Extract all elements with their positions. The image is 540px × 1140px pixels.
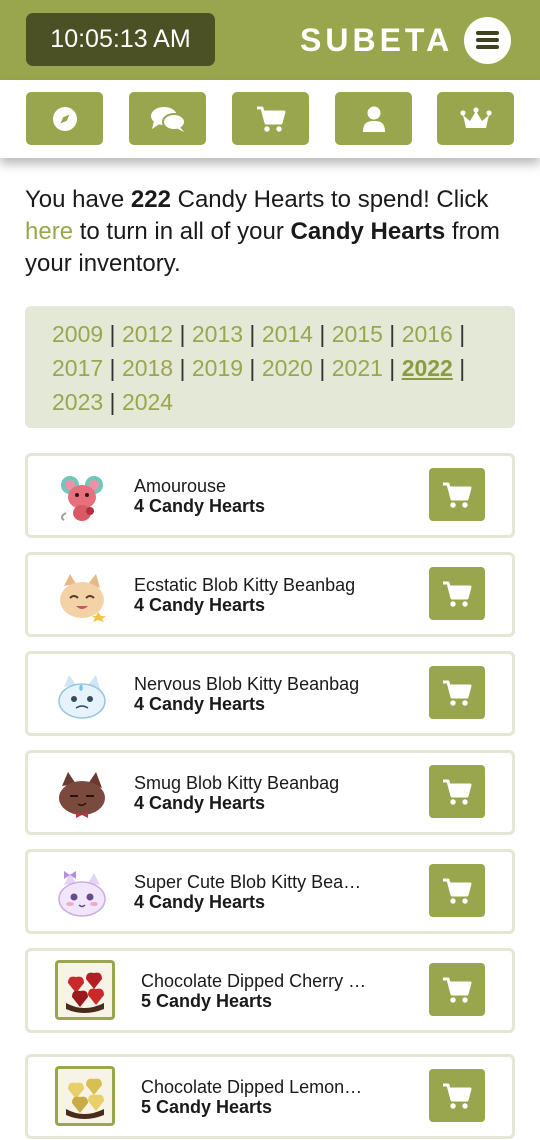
site-logo[interactable]: SUBETA [300,0,453,80]
list-item: Amourouse 4 Candy Hearts [25,453,515,538]
crown-icon [459,106,492,128]
shopping-cart-icon [443,878,472,904]
year-separator: | [312,321,332,347]
ecstatic-kitty-icon [56,572,108,622]
shopping-cart-icon [256,106,285,132]
nervous-kitty-icon [56,671,108,721]
premium-button[interactable] [437,92,514,145]
list-item: Super Cute Blob Kitty Bea… 4 Candy Hearts [25,849,515,934]
item-price: 5 Candy Hearts [141,991,273,1011]
buy-button[interactable] [429,963,485,1016]
year-link-2017[interactable]: 2017 [52,355,103,381]
year-selector: 2009 | 2012 | 2013 | 2014 | 2015 | 2016 … [25,306,515,428]
clock: 10:05:13 AM [26,13,215,66]
list-item: Chocolate Dipped Cherry … 5 Candy Hearts [25,948,515,1033]
buy-button[interactable] [429,666,485,719]
intro-bold-phrase: Candy Hearts [290,218,446,245]
top-bar: 10:05:13 AM SUBETA [0,0,540,80]
year-link-2016[interactable]: 2016 [402,321,453,347]
item-price: 4 Candy Hearts [134,595,266,615]
shop-button[interactable] [232,92,309,145]
year-link-2009[interactable]: 2009 [52,321,103,347]
smug-kitty-icon [56,770,108,820]
turn-in-link[interactable]: here [25,218,73,245]
year-link-2020[interactable]: 2020 [262,355,313,381]
item-price: 4 Candy Hearts [134,892,266,912]
item-name: Chocolate Dipped Lemon… [141,1077,363,1097]
cute-kitty-icon [56,869,108,919]
list-item: Chocolate Dipped Lemon… 5 Candy Hearts [25,1054,515,1139]
compass-icon [52,106,77,131]
explore-button[interactable] [26,92,103,145]
buy-button[interactable] [429,864,485,917]
year-separator: | [243,355,262,381]
item-name: Nervous Blob Kitty Beanbag [134,674,360,694]
year-separator: | [382,355,402,381]
profile-button[interactable] [335,92,412,145]
intro-middle: Candy Hearts to spend! Click [170,186,489,213]
year-separator: | [103,389,122,415]
year-link-2024[interactable]: 2024 [122,389,173,415]
intro-prefix: You have [25,186,131,213]
year-separator: | [103,355,122,381]
list-item: Ecstatic Blob Kitty Beanbag 4 Candy Heart… [25,552,515,637]
year-link-2014[interactable]: 2014 [262,321,313,347]
chat-button[interactable] [129,92,206,145]
item-price: 4 Candy Hearts [134,496,266,516]
user-icon [362,106,385,132]
item-name: Amourouse [134,476,227,496]
shopping-cart-icon [443,482,472,508]
year-separator: | [452,321,466,347]
mouse-plush-icon [56,473,108,523]
list-item: Nervous Blob Kitty Beanbag 4 Candy Hearts [25,651,515,736]
candy-hearts-count: 222 [130,186,171,213]
year-link-2022[interactable]: 2022 [402,355,453,381]
chocolate-cherry-icon [55,960,115,1020]
shopping-cart-icon [443,680,472,706]
intro-after-link: to turn in all of your [73,218,291,245]
buy-button[interactable] [429,468,485,521]
year-separator: | [173,321,192,347]
year-separator: | [452,355,466,381]
year-link-2019[interactable]: 2019 [192,355,243,381]
intro-text: You have 222 Candy Hearts to spend! Clic… [25,184,515,280]
item-name: Smug Blob Kitty Beanbag [134,773,340,793]
year-link-2018[interactable]: 2018 [122,355,173,381]
year-separator: | [103,321,122,347]
item-name: Chocolate Dipped Cherry … [141,971,367,991]
list-item: Smug Blob Kitty Beanbag 4 Candy Hearts [25,750,515,835]
shopping-cart-icon [443,581,472,607]
year-link-2012[interactable]: 2012 [122,321,173,347]
chat-bubbles-icon [150,106,186,132]
item-price: 5 Candy Hearts [141,1097,273,1117]
nav-bar [0,80,540,158]
item-name: Super Cute Blob Kitty Bea… [134,872,362,892]
item-price: 4 Candy Hearts [134,694,266,714]
item-name: Ecstatic Blob Kitty Beanbag [134,575,356,595]
buy-button[interactable] [429,567,485,620]
year-link-2015[interactable]: 2015 [332,321,383,347]
menu-button[interactable] [464,17,511,64]
shopping-cart-icon [443,779,472,805]
year-link-2013[interactable]: 2013 [192,321,243,347]
year-separator: | [243,321,262,347]
shopping-cart-icon [443,977,472,1003]
year-link-2023[interactable]: 2023 [52,389,103,415]
buy-button[interactable] [429,1069,485,1122]
shopping-cart-icon [443,1083,472,1109]
year-separator: | [312,355,332,381]
year-link-2021[interactable]: 2021 [332,355,383,381]
chocolate-lemon-icon [55,1066,115,1126]
item-price: 4 Candy Hearts [134,793,266,813]
year-separator: | [382,321,402,347]
year-separator: | [173,355,192,381]
buy-button[interactable] [429,765,485,818]
